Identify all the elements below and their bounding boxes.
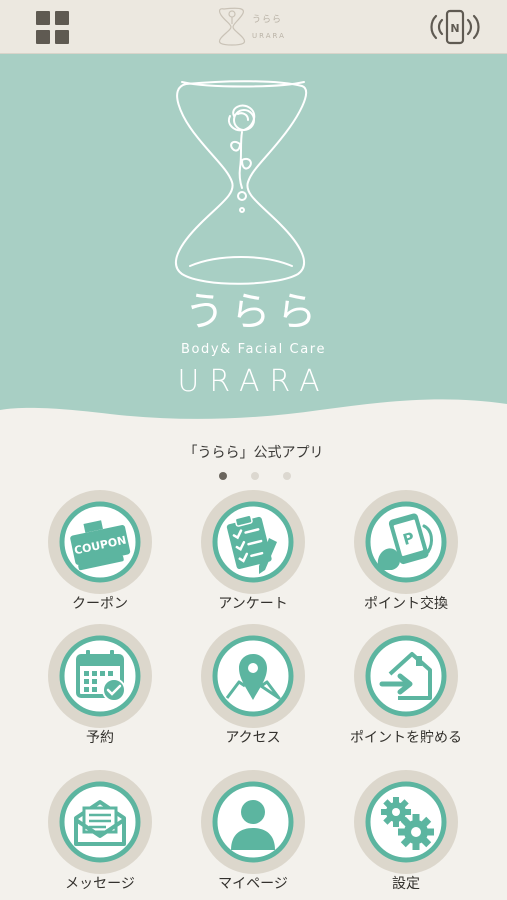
- brand-name-jp: うらら: [184, 289, 323, 335]
- menu-tile-access[interactable]: アクセス: [178, 624, 328, 754]
- point-exchange-icon: P: [365, 501, 447, 583]
- menu-tile-survey[interactable]: アンケート: [178, 490, 328, 620]
- menu-label-point-exchange: ポイント交換: [364, 596, 448, 612]
- point-checkin-icon: [365, 635, 447, 717]
- gears-icon: [365, 781, 447, 863]
- menu-tile-message[interactable]: メッセージ: [25, 770, 175, 900]
- header-logo-jp: うらら: [252, 15, 283, 25]
- calendar-check-icon: [59, 635, 141, 717]
- brand-tagline: Body& Facial Care: [180, 342, 327, 357]
- menu-label-settings: 設定: [392, 876, 420, 892]
- clipboard-icon: [212, 501, 294, 583]
- page-dot-1[interactable]: [219, 472, 227, 480]
- menu-label-message: メッセージ: [65, 876, 135, 892]
- menu-label-coupon: クーポン: [72, 596, 128, 612]
- menu-tile-settings[interactable]: 設定: [331, 770, 481, 900]
- header-logo-en: URARA: [252, 32, 286, 40]
- page-dot-2[interactable]: [251, 472, 259, 480]
- menu-label-survey: アンケート: [218, 596, 288, 612]
- hourglass-rose-illustration: [175, 80, 308, 285]
- brand-name-en: URARA: [177, 364, 330, 399]
- menu-tile-point-checkin[interactable]: ポイントを貯める: [331, 624, 481, 754]
- user-icon: [212, 781, 294, 863]
- page-dot-3[interactable]: [283, 472, 291, 480]
- menu-tile-mypage[interactable]: マイページ: [178, 770, 328, 900]
- page-indicator: [215, 470, 295, 482]
- nfc-phone-icon[interactable]: N: [426, 8, 484, 46]
- map-pin-icon: [212, 635, 294, 717]
- menu-label-reservation: 予約: [86, 730, 114, 746]
- grid-menu-icon[interactable]: [36, 11, 70, 45]
- app-caption: 「うらら」公式アプリ: [183, 445, 324, 461]
- menu-tile-coupon[interactable]: COUPON クーポン: [25, 490, 175, 620]
- mail-icon: [59, 781, 141, 863]
- menu-label-access: アクセス: [225, 730, 281, 746]
- menu-tile-reservation[interactable]: 予約: [25, 624, 175, 754]
- svg-text:N: N: [450, 22, 459, 35]
- menu-label-mypage: マイページ: [218, 876, 288, 892]
- menu-label-point-checkin: ポイントを貯める: [350, 730, 462, 746]
- menu-tile-point-exchange[interactable]: P ポイント交換: [331, 490, 481, 620]
- coupon-icon: COUPON: [59, 501, 141, 583]
- hero-banner: うらら Body& Facial Care URARA: [0, 54, 507, 424]
- top-bar: うらら URARA N: [0, 0, 507, 54]
